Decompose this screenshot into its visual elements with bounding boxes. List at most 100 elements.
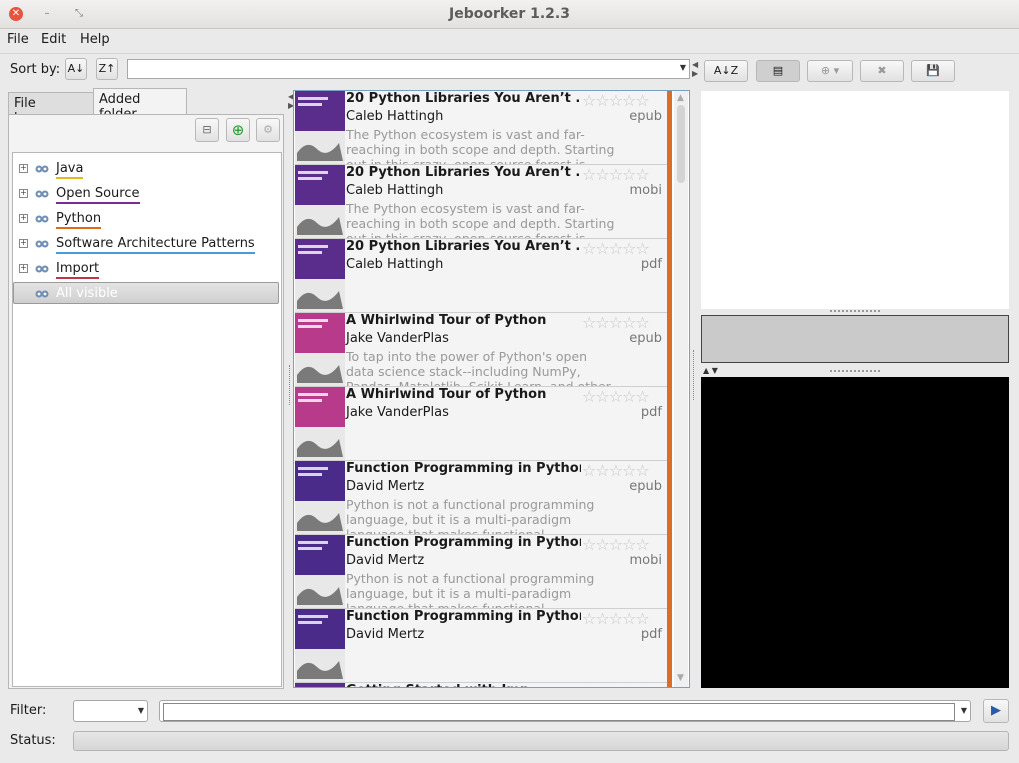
book-author: David Mertz: [346, 553, 425, 568]
tree-item-label: Java: [56, 161, 84, 179]
tree-item[interactable]: All visible: [13, 282, 281, 306]
splitter-handle-left[interactable]: [289, 365, 293, 405]
book-cover-thumbnail: [295, 387, 345, 460]
delete-icon[interactable]: ✖: [860, 60, 904, 82]
filter-input[interactable]: [163, 703, 955, 721]
tree-item[interactable]: + Software Architecture Patterns: [13, 232, 281, 256]
sort-ascending-icon[interactable]: A↓: [65, 58, 87, 80]
book-format: epub: [629, 109, 662, 124]
book-title: A Whirlwind Tour of Python: [346, 387, 547, 402]
add-folder-button[interactable]: ⊕: [226, 118, 250, 142]
book-list-scrollbar[interactable]: ▲ ▼: [674, 91, 688, 687]
rating-stars-icon[interactable]: ☆☆☆☆☆: [582, 387, 650, 406]
tab-added-folder[interactable]: Added folder: [93, 88, 187, 122]
rating-stars-icon[interactable]: ☆☆☆☆☆: [582, 461, 650, 480]
book-title: Function Programming in Python: [346, 535, 581, 550]
book-info-panel: [701, 91, 1009, 309]
filter-input-combo[interactable]: ▼: [159, 700, 971, 722]
expand-icon[interactable]: +: [19, 164, 28, 173]
book-row[interactable]: 20 Python Libraries You Aren’t ... ☆☆☆☆☆ C…: [295, 165, 668, 239]
book-row[interactable]: 20 Python Libraries You Aren’t ... ☆☆☆☆☆ C…: [295, 239, 668, 313]
book-cover-thumbnail: [295, 683, 345, 687]
list-view-icon[interactable]: ▤: [756, 60, 800, 82]
expand-icon[interactable]: +: [19, 214, 28, 223]
book-title: A Whirlwind Tour of Python: [346, 313, 547, 328]
tree-item[interactable]: + Python: [13, 207, 281, 231]
splitter-dots-2[interactable]: [830, 370, 880, 372]
apply-filter-button[interactable]: ▶: [983, 699, 1009, 723]
book-row[interactable]: 20 Python Libraries You Aren’t ... ☆☆☆☆☆ C…: [295, 91, 668, 165]
book-format: pdf: [640, 405, 662, 420]
book-author: Jake VanderPlas: [346, 331, 449, 346]
rating-stars-icon[interactable]: ☆☆☆☆☆: [582, 313, 650, 332]
book-cover-thumbnail: [295, 461, 345, 534]
rating-stars-icon[interactable]: ☆☆☆☆☆: [582, 535, 650, 554]
add-book-button[interactable]: ⊕ ▾: [807, 60, 853, 82]
rating-stars-icon[interactable]: ☆☆☆☆☆: [582, 239, 650, 258]
book-row[interactable]: Getting Started with Imp...☆☆☆☆☆: [295, 683, 668, 687]
status-label: Status:: [10, 733, 56, 748]
tree-item-label: Software Architecture Patterns: [56, 236, 255, 254]
filter-field-combo[interactable]: ▼: [73, 700, 148, 722]
book-title: 20 Python Libraries You Aren’t ...: [346, 91, 581, 106]
book-format: mobi: [629, 553, 662, 568]
visibility-eye-icon[interactable]: [34, 238, 50, 248]
book-author: Caleb Hattingh: [346, 257, 444, 272]
scroll-down-icon[interactable]: ▼: [677, 673, 684, 683]
expand-icon[interactable]: +: [19, 239, 28, 248]
menu-file[interactable]: File: [7, 32, 29, 47]
book-row[interactable]: Function Programming in Python ☆☆☆☆☆ David…: [295, 535, 668, 609]
sort-field-combo[interactable]: ▼: [127, 59, 690, 79]
filter-label: Filter:: [10, 703, 47, 718]
visibility-eye-icon[interactable]: [34, 163, 50, 173]
scroll-thumb[interactable]: [677, 105, 685, 183]
sort-az-button[interactable]: A↓Z: [704, 60, 748, 82]
sort-descending-icon[interactable]: Z↑: [96, 58, 118, 80]
book-title: Getting Started with Imp...: [346, 683, 581, 687]
split-toggle-icon[interactable]: ▲ ▼: [703, 366, 718, 375]
tree-item[interactable]: + Import: [13, 257, 281, 281]
rating-stars-icon[interactable]: ☆☆☆☆☆: [582, 165, 650, 184]
visibility-eye-icon[interactable]: [34, 188, 50, 198]
book-cover-thumbnail: [295, 165, 345, 238]
menu-edit[interactable]: Edit: [41, 32, 66, 47]
book-description: The Python ecosystem is vast and far-rea…: [346, 201, 615, 239]
book-cover-thumbnail: [295, 609, 345, 682]
book-cover-thumbnail: [295, 313, 345, 386]
rating-stars-icon[interactable]: ☆☆☆☆☆: [582, 609, 650, 628]
tree-item[interactable]: + Java: [13, 157, 281, 181]
expand-icon[interactable]: +: [19, 264, 28, 273]
split-arrows-icon[interactable]: ◀ ▶: [692, 60, 698, 78]
splitter-dots[interactable]: [830, 310, 880, 312]
expand-icon[interactable]: +: [19, 189, 28, 198]
book-row[interactable]: Function Programming in Python ☆☆☆☆☆ David…: [295, 609, 668, 683]
refresh-folder-icon[interactable]: ⚙: [256, 118, 280, 142]
menu-divider: [0, 53, 1019, 54]
splitter-handle[interactable]: [693, 350, 697, 400]
rating-stars-icon[interactable]: ☆☆☆☆☆: [582, 91, 650, 110]
book-row[interactable]: Function Programming in Python ☆☆☆☆☆ David…: [295, 461, 668, 535]
book-format: pdf: [640, 627, 662, 642]
tree-item-label: Open Source: [56, 186, 140, 204]
tab-file-browser[interactable]: File browser: [8, 92, 94, 126]
tree-item-label: Python: [56, 211, 102, 229]
scroll-up-icon[interactable]: ▲: [677, 93, 684, 103]
folder-tree: + Java + Open Source + Python + Software Archit…: [12, 152, 282, 687]
selection-indicator: [667, 91, 672, 687]
rating-stars-icon[interactable]: ☆☆☆☆☆: [582, 683, 650, 687]
save-icon[interactable]: 💾: [911, 60, 955, 82]
book-title: Function Programming in Python: [346, 461, 581, 476]
book-row[interactable]: A Whirlwind Tour of Python ☆☆☆☆☆ Jake Vand…: [295, 313, 668, 387]
visibility-eye-icon[interactable]: [34, 263, 50, 273]
menu-help[interactable]: Help: [80, 32, 110, 47]
tree-item[interactable]: + Open Source: [13, 182, 281, 206]
visibility-eye-icon[interactable]: [34, 213, 50, 223]
visibility-eye-icon[interactable]: [34, 288, 50, 298]
book-row[interactable]: A Whirlwind Tour of Python ☆☆☆☆☆ Jake Vand…: [295, 387, 668, 461]
book-cover-thumbnail: [295, 239, 345, 312]
sort-label: Sort by:: [10, 62, 61, 77]
remove-folder-button[interactable]: ⊟: [195, 118, 219, 142]
book-title: Function Programming in Python: [346, 609, 581, 624]
window-title: Jeboorker 1.2.3: [449, 6, 570, 22]
chevron-down-icon: ▼: [960, 706, 967, 715]
